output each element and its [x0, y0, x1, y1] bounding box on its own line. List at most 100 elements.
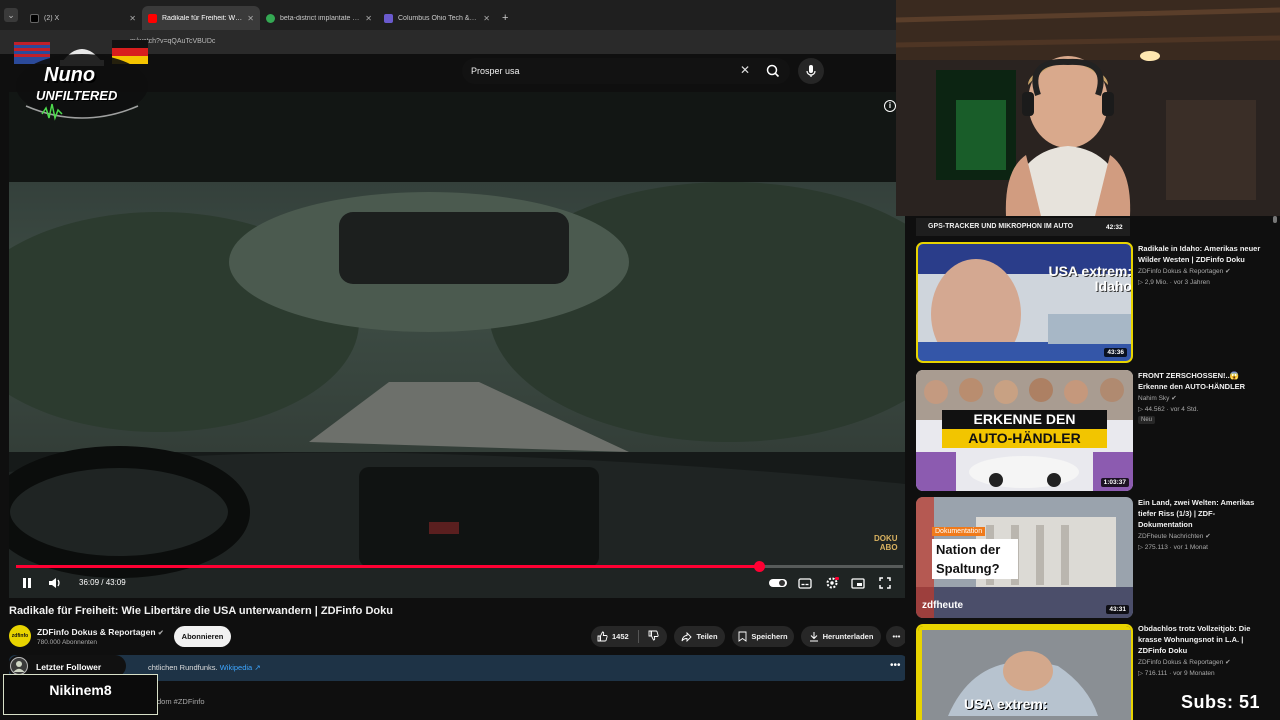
search-icon [766, 64, 780, 78]
close-tab-icon[interactable]: ✕ [247, 14, 254, 23]
recommendation-title[interactable]: Ein Land, zwei Welten: Amerikas tiefer R… [1138, 497, 1263, 530]
recommendation-meta: ▷ 2,9 Mio. · vor 3 Jahren [1138, 279, 1210, 286]
volume-icon [49, 578, 60, 588]
miniplayer-button[interactable] [850, 574, 866, 592]
bookmark-icon [738, 631, 747, 642]
recommendation-thumbnail[interactable]: USA extrem: [916, 624, 1133, 720]
thumbnail-text: USA extrem: [964, 696, 1048, 712]
mute-button[interactable] [46, 574, 64, 592]
user-icon [10, 657, 28, 675]
search-query: Prosper usa [471, 66, 520, 76]
like-count: 1452 [612, 632, 629, 641]
recommendation-title[interactable]: Obdachlos trotz Vollzeitjob: Die krasse … [1138, 623, 1263, 656]
thumbnail-tag: Dokumentation [932, 527, 986, 536]
browser-tab-bar: ⌄ (2) X ✕ Radikale für Freiheit: Wie Li … [0, 0, 896, 30]
close-tab-icon[interactable]: ✕ [365, 14, 372, 23]
save-button[interactable]: Speichern [732, 626, 794, 647]
recommendation-meta: ▷ 716.111 · vor 9 Monaten [1138, 670, 1215, 677]
pause-button[interactable] [18, 574, 36, 592]
recommendation-channel[interactable]: ZDFheute Nachrichten ✔ [1138, 532, 1211, 540]
recommendation-channel[interactable]: ZDFinfo Dokus & Reportagen ✔ [1138, 658, 1231, 666]
recommendation-thumbnail[interactable]: USA extrem: Idaho 43:36 [916, 242, 1133, 363]
recommendation-channel[interactable]: Nahim Sky ✔ [1138, 394, 1177, 402]
tab-search-icon[interactable]: ⌄ [4, 8, 18, 22]
stream-logo: Nuno UNFILTERED [12, 34, 152, 126]
thumbs-down-icon [648, 630, 659, 641]
subscribe-button[interactable]: Abonnieren [174, 626, 231, 647]
video-player[interactable] [9, 92, 905, 598]
google-favicon-icon [266, 13, 275, 23]
voice-search-button[interactable] [798, 58, 824, 84]
recommendation-title[interactable]: FRONT ZERSCHOSSEN!..😱 Erkenne den AUTO-H… [1138, 370, 1263, 392]
progress-bar[interactable] [16, 561, 903, 572]
close-tab-icon[interactable]: ✕ [483, 14, 490, 23]
clear-search-icon[interactable]: ✕ [740, 63, 750, 77]
autoplay-toggle-icon [769, 579, 787, 587]
sidebar-scrollbar[interactable] [1273, 216, 1277, 223]
fullscreen-button[interactable] [877, 574, 893, 592]
recommendation-thumbnail[interactable]: Dokumentation Nation der Spaltung? zdfhe… [916, 497, 1133, 618]
thumbs-up-icon [597, 631, 608, 642]
channel-name[interactable]: ZDFinfo Dokus & Reportagen ✔ [37, 627, 164, 637]
zdfheute-logo: zdfheute [922, 600, 964, 611]
share-icon [681, 631, 693, 642]
channel-avatar[interactable]: zdfinfo [9, 625, 31, 647]
new-tab-icon[interactable]: + [502, 12, 508, 24]
share-button[interactable]: Teilen [674, 626, 725, 647]
x-favicon-icon [30, 13, 39, 23]
thumbnail-image [918, 244, 1131, 361]
video-duration: 43:36 [1104, 348, 1127, 357]
autoplay-toggle[interactable] [769, 574, 789, 592]
like-dislike-group: 1452 [591, 626, 667, 647]
subscriber-counter-overlay: Subs: 51 [1181, 692, 1261, 712]
subscriber-count: 780.000 Abonnenten [37, 639, 98, 646]
browser-tab[interactable]: Columbus Ohio Tech & Innova ✕ [378, 6, 496, 30]
miniplayer-icon [851, 577, 865, 589]
dislike-button[interactable] [648, 630, 659, 643]
progress-bar-played [16, 565, 760, 568]
microphone-icon [806, 65, 816, 77]
description-text: chtlichen Rundfunks. Wikipedia ↗ [148, 663, 261, 672]
webcam-image [896, 0, 1280, 216]
subtitles-icon [798, 577, 812, 589]
video-duration: 43:31 [1106, 605, 1129, 614]
thumbnail-text: USA extrem: Idaho [1048, 263, 1132, 294]
logo-subtitle: UNFILTERED [36, 88, 118, 103]
new-badge: Neu [1138, 416, 1156, 424]
thumbnail-text: AUTO-HÄNDLER [942, 429, 1107, 448]
recommendation-thumbnail[interactable]: ERKENNE DEN AUTO-HÄNDLER 1:03:37 [916, 370, 1133, 491]
search-button[interactable] [762, 61, 784, 81]
more-actions-button[interactable]: ••• [886, 626, 907, 647]
search-input[interactable]: Prosper usa ✕ [462, 58, 790, 84]
recommendation-meta: ▷ 275.113 · vor 1 Monat [1138, 544, 1208, 551]
recommendation-meta: ▷ 44.562 · vor 4 Std. [1138, 406, 1199, 413]
thumbnail-caption: GPS-TRACKER UND MIKROPHON IM AUTO [928, 223, 1074, 230]
video-duration: 1:03:37 [1100, 478, 1129, 487]
webcam-feed [896, 0, 1280, 216]
like-button[interactable]: 1452 [597, 631, 629, 642]
recommendation-channel[interactable]: ZDFinfo Dokus & Reportagen ✔ [1138, 267, 1231, 275]
download-icon [809, 632, 818, 642]
browser-tab[interactable]: (2) X ✕ [24, 6, 142, 30]
user-icon-graphic [13, 661, 25, 672]
close-tab-icon[interactable]: ✕ [129, 14, 136, 23]
browser-tab[interactable]: beta-district implantate usa - G ✕ [260, 6, 378, 30]
more-horizontal-icon[interactable]: ••• [890, 660, 901, 671]
site-favicon-icon [384, 13, 393, 23]
subtitles-button[interactable] [797, 574, 813, 592]
wikipedia-link[interactable]: Wikipedia ↗ [220, 663, 261, 672]
last-follower-label: Letzter Follower [36, 662, 102, 672]
settings-button[interactable] [823, 574, 841, 592]
download-button[interactable]: Herunterladen [801, 626, 881, 647]
fullscreen-icon [879, 577, 891, 589]
channel-watermark: DOKU ABO [874, 534, 898, 552]
verified-icon: ✔ [157, 630, 164, 637]
last-follower-name: Nikinem8 [49, 682, 112, 698]
video-frame [9, 92, 905, 598]
logo-title: Nuno [44, 64, 96, 86]
recommendation-title[interactable]: Radikale in Idaho: Amerikas neuer Wilder… [1138, 243, 1263, 265]
thumbnail-text: Nation der Spaltung? [932, 539, 1018, 579]
more-horizontal-icon: ••• [892, 632, 901, 641]
info-icon[interactable]: i [884, 100, 896, 112]
browser-tab-active[interactable]: Radikale für Freiheit: Wie Li ✕ [142, 6, 260, 30]
